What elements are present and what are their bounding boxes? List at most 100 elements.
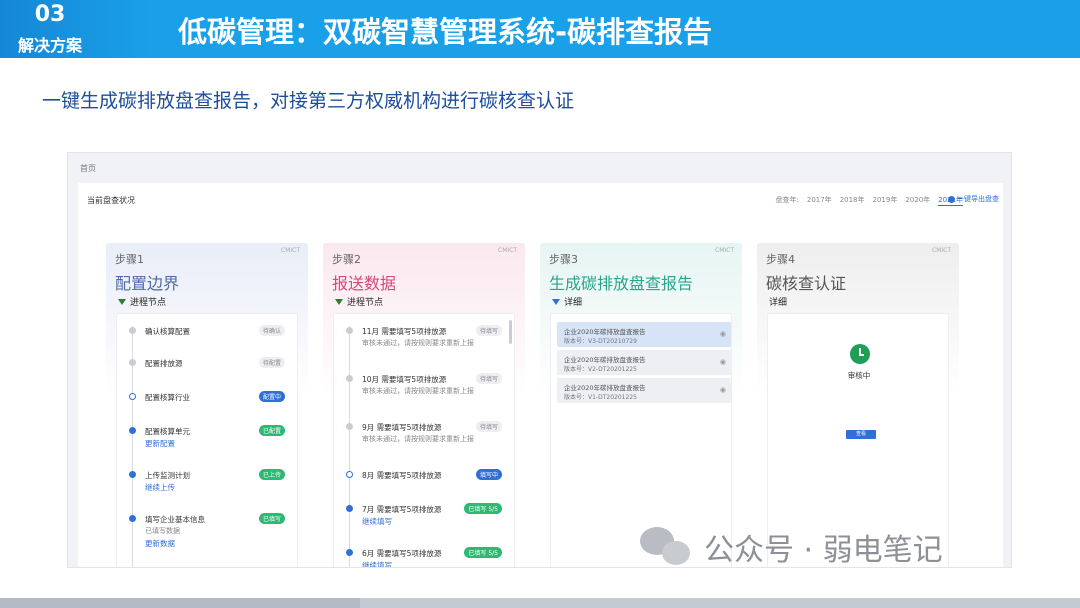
node-label: 7月 需要填写5项排放源 — [362, 505, 442, 514]
years-label: 盘查年: — [775, 196, 799, 204]
node-label: 上传监测计划 — [145, 471, 190, 480]
wechat-icon — [640, 527, 694, 567]
node-action-link[interactable]: 继续上传 — [145, 482, 175, 493]
triangle-down-icon — [552, 298, 560, 305]
timeline-dot — [346, 423, 353, 430]
audit-status: 审核中 — [847, 371, 871, 380]
status-badge: 已填写 5/5 — [464, 547, 502, 558]
export-button[interactable]: 一键导出盘查 — [948, 194, 999, 204]
triangle-down-icon — [335, 298, 343, 305]
year-tab[interactable]: 2020年 — [905, 195, 930, 206]
breadcrumb[interactable]: 首页 — [80, 163, 96, 174]
cmict-logo: CMICT — [932, 247, 951, 254]
node-label: 填写企业基本信息 — [145, 515, 205, 524]
view-button[interactable]: 查看 — [846, 430, 876, 439]
page-subtitle: 一键生成碳排放盘查报告，对接第三方权威机构进行碳核查认证 — [42, 90, 575, 112]
report-version: 版本号：V1-DT20201225 — [564, 394, 637, 401]
node-label: 确认核算配置 — [145, 327, 190, 336]
node-label: 10月 需要填写5项排放源 — [362, 375, 447, 384]
export-label: 一键导出盘查 — [957, 195, 999, 203]
step-name: 碳核查认证 — [766, 274, 847, 293]
report-title: 企业2020年碳排放盘查报告 — [564, 384, 646, 392]
timeline-dot — [346, 505, 353, 512]
status-badge: 已填写 — [258, 513, 285, 524]
section-box: 03 解决方案 — [0, 0, 152, 58]
timeline-dot — [346, 471, 353, 478]
wechat-bubble-small — [662, 541, 690, 565]
cmict-logo: CMICT — [715, 247, 734, 254]
eye-icon[interactable]: ◉ — [720, 330, 726, 338]
year-tab[interactable]: 2019年 — [873, 195, 898, 206]
timeline-dot — [129, 393, 136, 400]
process-list: 确认核算配置 待确认 配置排放源 待配置 配置核算行业 配置中 配置核算单元 更… — [116, 313, 298, 567]
section-header[interactable]: 进程节点 — [118, 295, 166, 308]
node-label: 6月 需要填写5项排放源 — [362, 549, 442, 558]
node-description: 审核未通过，请按规则要求重新上报 — [362, 387, 474, 395]
step-name: 生成碳排放盘查报告 — [549, 274, 694, 293]
step-card-2: 步骤2 CMICT 报送数据 进程节点 11月 需要填写5项排放源 审核未通过，… — [323, 243, 525, 567]
step-card-1: 步骤1 CMICT 配置边界 进程节点 确认核算配置 待确认 配置排放源 待配置 — [106, 243, 308, 567]
timeline-dot — [129, 427, 136, 434]
report-version: 版本号：V3-DT20210729 — [564, 338, 637, 345]
node-label: 8月 需要填写5项排放源 — [362, 471, 442, 480]
node-action-link[interactable]: 继续填写 — [362, 516, 392, 527]
node-action-link[interactable]: 更新数据 — [145, 538, 175, 549]
report-item[interactable]: 企业2020年碳排放盘查报告 版本号：V2-DT20201225 ◉ — [557, 350, 731, 375]
node-label: 配置排放源 — [145, 359, 183, 368]
step-name: 报送数据 — [332, 274, 397, 293]
step-number: 步骤3 — [549, 253, 578, 266]
timeline-dot — [129, 471, 136, 478]
node-label: 配置核算单元 — [145, 427, 190, 436]
report-item[interactable]: 企业2020年碳排放盘查报告 版本号：V1-DT20201225 ◉ — [557, 378, 731, 403]
section-header-label: 进程节点 — [130, 298, 167, 308]
section-header-label: 详细 — [769, 298, 788, 308]
header-bar: 03 解决方案 低碳管理：双碳智慧管理系统-碳排查报告 — [0, 0, 1080, 58]
status-badge: 配置中 — [258, 391, 285, 402]
step-name: 配置边界 — [115, 274, 180, 293]
timeline-line — [349, 326, 350, 567]
section-number: 03 — [34, 2, 66, 27]
section-label: 解决方案 — [17, 36, 82, 55]
status-badge: 待确认 — [258, 325, 285, 336]
panel-title: 当前盘查状况 — [87, 196, 135, 205]
status-badge: 待填写 — [475, 421, 502, 432]
status-badge: 待填写 — [475, 373, 502, 384]
timeline-dot — [346, 549, 353, 556]
node-label: 11月 需要填写5项排放源 — [362, 327, 447, 336]
report-version: 版本号：V2-DT20201225 — [564, 366, 637, 373]
triangle-down-icon — [118, 298, 126, 305]
node-label: 9月 需要填写5项排放源 — [362, 423, 442, 432]
eye-icon[interactable]: ◉ — [720, 358, 726, 366]
node-description: 审核未通过，请按规则要求重新上报 — [362, 435, 474, 443]
footer-bar-accent — [0, 598, 360, 608]
timeline-dot — [129, 515, 136, 522]
process-list: 11月 需要填写5项排放源 审核未通过，请按规则要求重新上报 待填写 10月 需… — [333, 313, 515, 567]
section-header: 详细 — [769, 295, 787, 308]
section-header[interactable]: 详细 — [552, 295, 582, 308]
report-item[interactable]: 企业2020年碳排放盘查报告 版本号：V3-DT20210729 ◉ — [557, 322, 731, 347]
status-badge: 待配置 — [258, 357, 285, 368]
timeline-dot — [346, 327, 353, 334]
year-tab[interactable]: 2018年 — [840, 195, 865, 206]
page-title: 低碳管理：双碳智慧管理系统-碳排查报告 — [178, 15, 713, 49]
main-panel: 当前盘查状况 盘查年: 2017年 2018年 2019年 2020年 2021… — [78, 183, 1003, 567]
node-action-link[interactable]: 更新配置 — [145, 438, 175, 449]
eye-icon[interactable]: ◉ — [720, 386, 726, 394]
step-card-4: 步骤4 CMICT 碳核查认证 详细 审核中 查看 — [757, 243, 959, 567]
section-header[interactable]: 进程节点 — [335, 295, 383, 308]
cmict-logo: CMICT — [498, 247, 517, 254]
step-number: 步骤4 — [766, 253, 795, 266]
node-description: 审核未通过，请按规则要求重新上报 — [362, 339, 474, 347]
year-selector: 盘查年: 2017年 2018年 2019年 2020年 2021年 — [775, 195, 963, 206]
node-action-link[interactable]: 继续填写 — [362, 560, 392, 567]
status-badge: 待填写 — [475, 325, 502, 336]
status-badge: 已填写 5/5 — [464, 503, 502, 514]
export-icon — [948, 195, 955, 203]
status-badge: 填写中 — [475, 469, 502, 480]
year-tab[interactable]: 2017年 — [807, 195, 832, 206]
watermark: 公众号 · 弱电笔记 — [640, 525, 943, 569]
status-badge: 已配置 — [258, 425, 285, 436]
scrollbar[interactable] — [509, 320, 512, 344]
timeline-dot — [129, 359, 136, 366]
node-label: 配置核算行业 — [145, 393, 190, 402]
